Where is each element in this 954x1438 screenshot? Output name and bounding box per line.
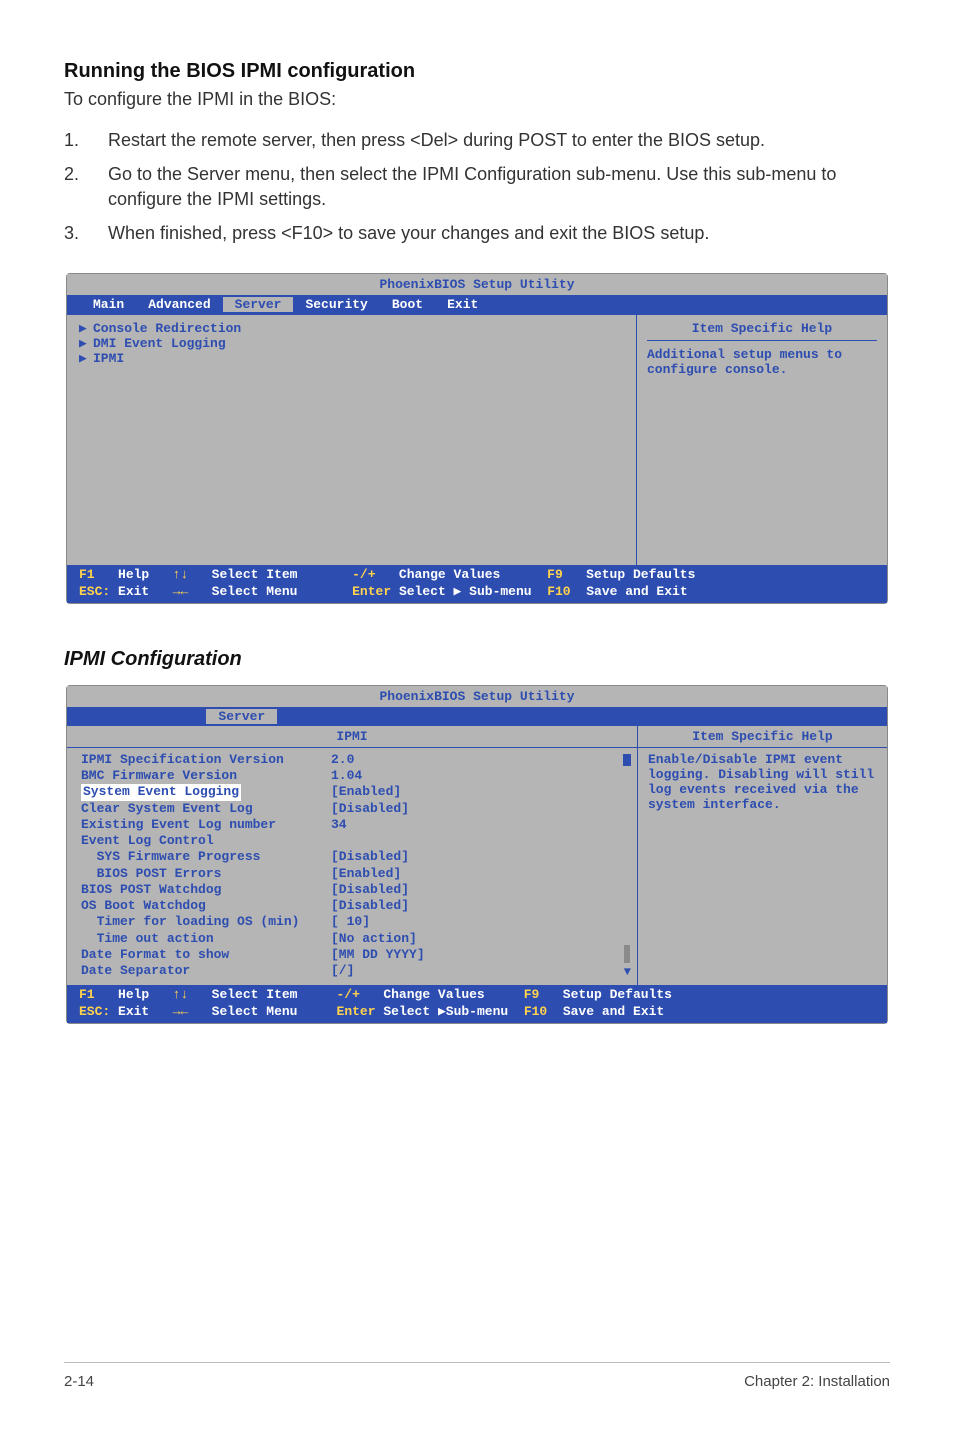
bios-tab-bar: Main Advanced Server Security Boot Exit <box>67 295 887 314</box>
submenu-arrow-icon: ▶ <box>79 351 93 366</box>
item-name[interactable]: Timer for loading OS (min) <box>81 914 323 930</box>
item-name[interactable]: Time out action <box>81 931 323 947</box>
scrollbar-top-icon <box>623 754 631 766</box>
section1-heading: Running the BIOS IPMI configuration <box>64 60 890 83</box>
bios-footer-keys: F1 Help ↑↓ Select Item -/+ Change Values… <box>67 565 887 603</box>
item-name: BMC Firmware Version <box>81 768 323 784</box>
item-value[interactable]: [No action] <box>331 931 633 947</box>
bios-ipmi-body: IPMI Specification Version BMC Firmware … <box>67 748 887 986</box>
step-text: When finished, press <F10> to save your … <box>108 221 890 245</box>
item-name[interactable]: Date Format to show <box>81 947 323 963</box>
item-name: Existing Event Log number <box>81 817 323 833</box>
item-value[interactable]: [Enabled] <box>331 784 633 800</box>
step-item: 3.When finished, press <F10> to save you… <box>64 221 890 245</box>
item-name[interactable]: Date Separator <box>81 963 323 979</box>
tab-exit[interactable]: Exit <box>435 297 490 312</box>
help-title: Item Specific Help <box>637 726 887 747</box>
item-name[interactable]: BIOS POST Errors <box>81 866 323 882</box>
item-name: IPMI Specification Version <box>81 752 323 768</box>
item-value[interactable]: [Enabled] <box>331 866 633 882</box>
chapter-label: Chapter 2: Installation <box>744 1373 890 1390</box>
tab-advanced[interactable]: Advanced <box>136 297 222 312</box>
bios-title: PhoenixBIOS Setup Utility <box>67 274 887 295</box>
step-text: Restart the remote server, then press <D… <box>108 128 890 152</box>
page-footer: 2-14 Chapter 2: Installation <box>64 1362 890 1390</box>
menu-item-ipmi[interactable]: ▶IPMI <box>79 351 624 366</box>
help-body: Enable/Disable IPMI event logging. Disab… <box>648 752 877 812</box>
scrollbar-thumb[interactable] <box>624 945 630 963</box>
item-value[interactable]: [/] <box>331 963 633 979</box>
menu-item-dmi-event-logging[interactable]: ▶DMI Event Logging <box>79 336 624 351</box>
tab-server[interactable]: Server <box>223 297 294 312</box>
item-value <box>331 833 633 849</box>
item-value[interactable]: [ 10] <box>331 914 633 930</box>
step-item: 1.Restart the remote server, then press … <box>64 128 890 152</box>
item-name[interactable]: OS Boot Watchdog <box>81 898 323 914</box>
tab-main[interactable]: Main <box>81 297 136 312</box>
tab-boot[interactable]: Boot <box>380 297 435 312</box>
bios-menu-panel: ▶Console Redirection ▶DMI Event Logging … <box>67 315 637 565</box>
menu-item-console-redirection[interactable]: ▶Console Redirection <box>79 321 624 336</box>
bios-footer-keys: F1 Help ↑↓ Select Item -/+ Change Values… <box>67 985 887 1023</box>
item-name[interactable]: BIOS POST Watchdog <box>81 882 323 898</box>
item-value: 34 <box>331 817 633 833</box>
step-number: 1. <box>64 128 108 152</box>
bios-help-panel: Enable/Disable IPMI event logging. Disab… <box>637 748 887 986</box>
item-value: 1.04 <box>331 768 633 784</box>
step-item: 2.Go to the Server menu, then select the… <box>64 162 890 211</box>
submenu-arrow-icon: ▶ <box>79 336 93 351</box>
step-number: 3. <box>64 221 108 245</box>
bios-title: PhoenixBIOS Setup Utility <box>67 686 887 707</box>
item-value[interactable]: [MM DD YYYY] <box>331 947 633 963</box>
item-value[interactable]: [Disabled] <box>331 882 633 898</box>
bios-ipmi-config-screenshot: PhoenixBIOS Setup Utility Main Advanced … <box>66 685 888 1024</box>
help-title: Item Specific Help <box>647 321 877 341</box>
section2-heading: IPMI Configuration <box>64 648 890 671</box>
item-value[interactable]: [Disabled] <box>331 801 633 817</box>
tab-server[interactable]: Server <box>206 709 277 724</box>
bios-server-menu-screenshot: PhoenixBIOS Setup Utility Main Advanced … <box>66 273 888 604</box>
tab-security[interactable]: Security <box>293 297 379 312</box>
item-name-highlighted[interactable]: System Event Logging <box>81 784 323 800</box>
item-value[interactable]: [Disabled] <box>331 849 633 865</box>
bios-help-panel: Item Specific Help Additional setup menu… <box>637 315 887 565</box>
bios-tab-bar: Main Advanced Server <box>67 707 887 726</box>
item-name[interactable]: Clear System Event Log <box>81 801 323 817</box>
help-body: Additional setup menus to configure cons… <box>647 347 877 377</box>
item-name: Event Log Control <box>81 833 323 849</box>
steps-list: 1.Restart the remote server, then press … <box>64 128 890 245</box>
submenu-title: IPMI <box>67 726 637 747</box>
step-text: Go to the Server menu, then select the I… <box>108 162 890 211</box>
ipmi-item-names: IPMI Specification Version BMC Firmware … <box>67 748 327 986</box>
bios-subheader-row: IPMI Item Specific Help <box>67 726 887 748</box>
ipmi-item-values: 2.0 1.04 [Enabled] [Disabled] 34 [Disabl… <box>327 748 637 986</box>
item-value[interactable]: [Disabled] <box>331 898 633 914</box>
page-number: 2-14 <box>64 1373 94 1390</box>
item-value: 2.0 <box>331 752 633 768</box>
item-name[interactable]: SYS Firmware Progress <box>81 849 323 865</box>
intro-text: To configure the IPMI in the BIOS: <box>64 89 890 110</box>
submenu-arrow-icon: ▶ <box>79 321 93 336</box>
step-number: 2. <box>64 162 108 211</box>
scrollbar-down-icon[interactable]: ▼ <box>624 965 631 979</box>
